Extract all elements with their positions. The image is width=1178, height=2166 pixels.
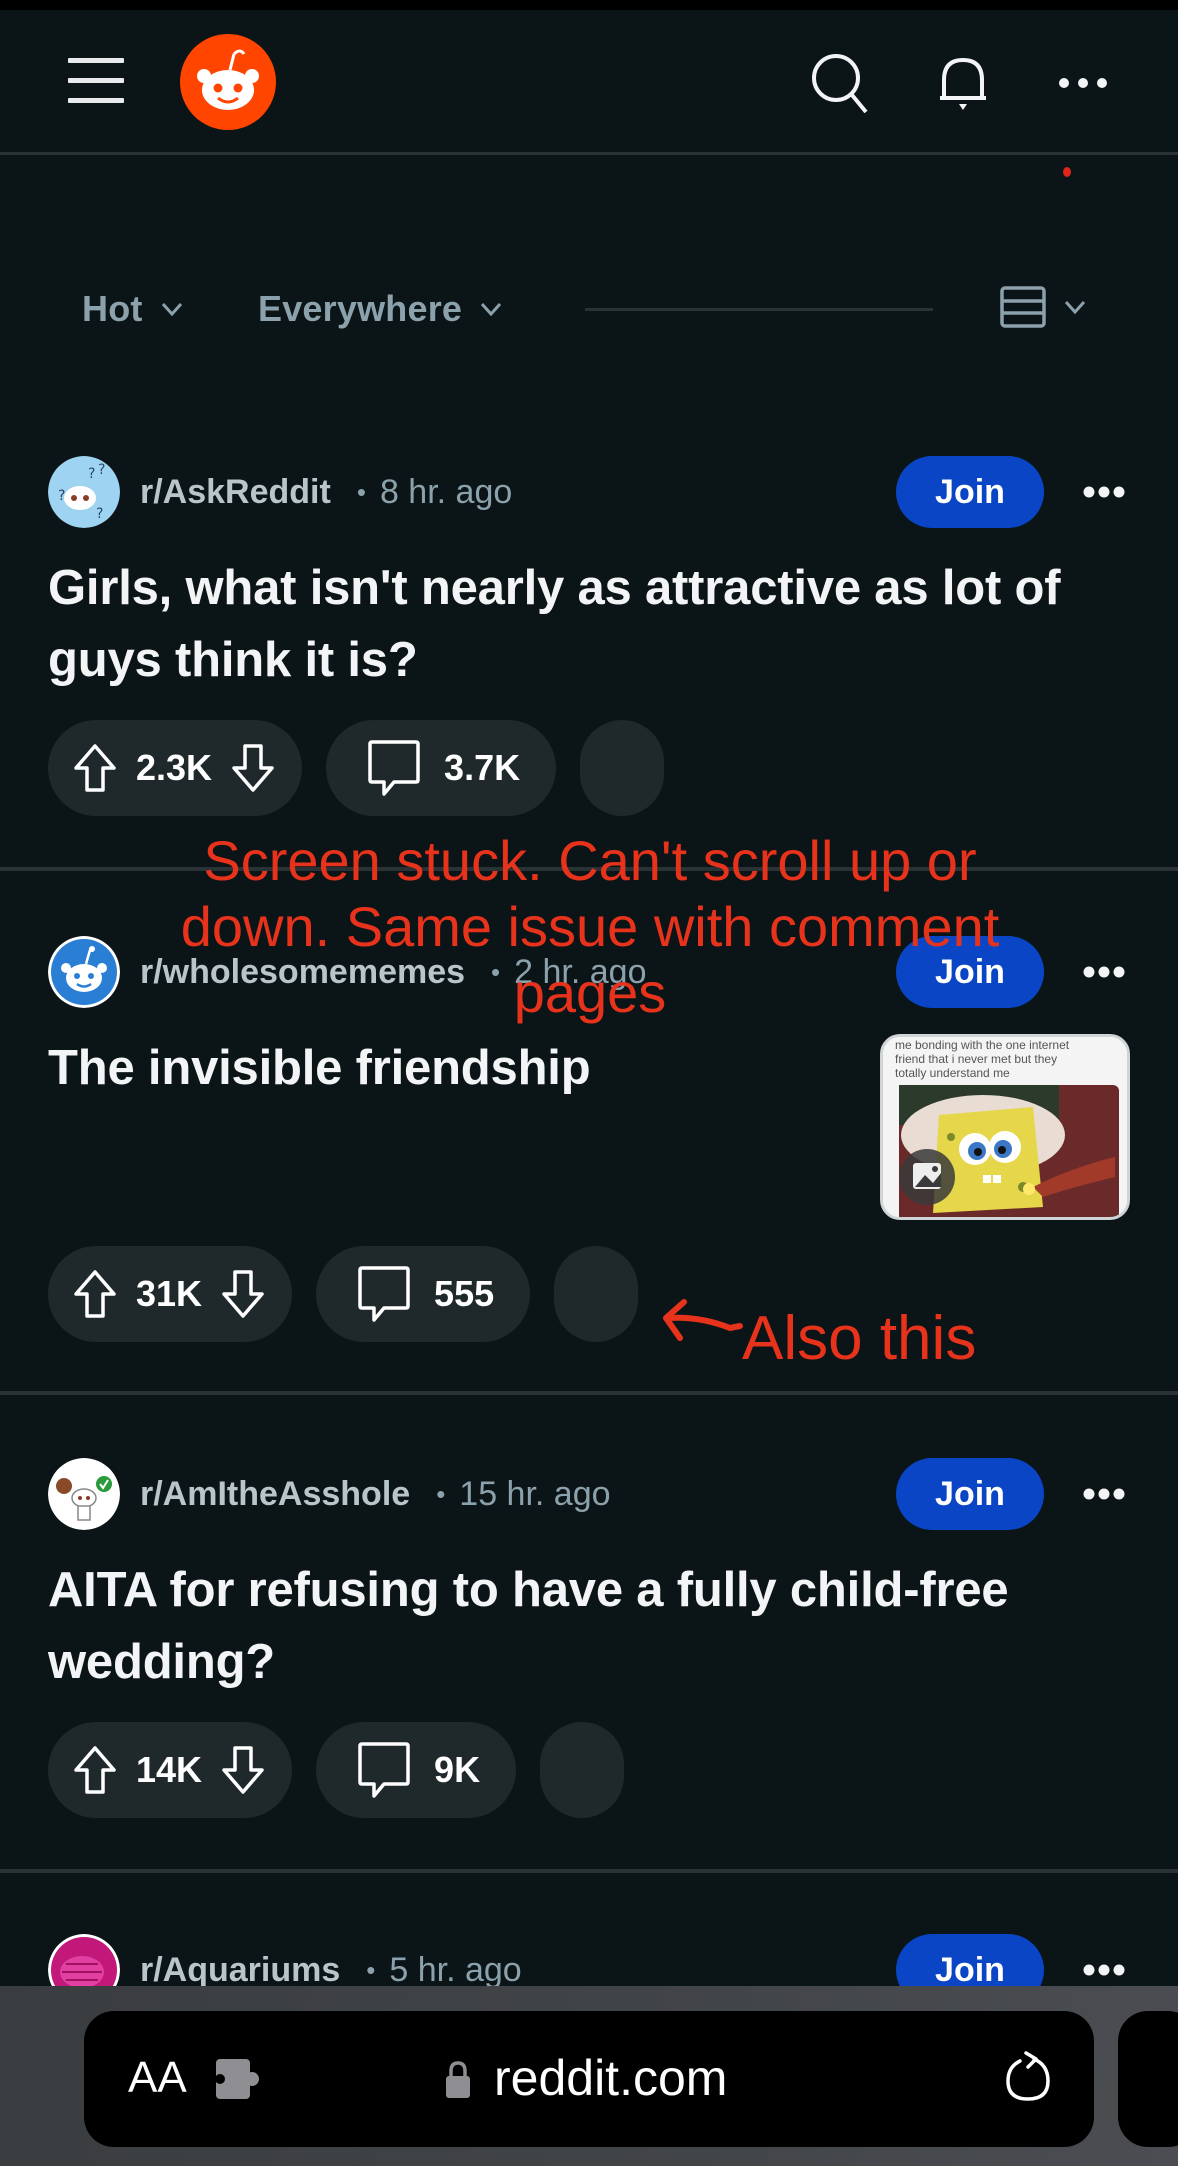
post-time: 15 hr. ago [459,1474,611,1513]
subreddit-name[interactable]: r/Aquariums [140,1951,340,1990]
card-layout-icon [1000,286,1046,328]
comment-icon [358,1266,410,1322]
bell-icon[interactable] [930,50,996,116]
share-button[interactable] [580,720,665,816]
post-meta: r/AmItheAsshole • 15 hr. ago [48,1458,611,1530]
subreddit-avatar[interactable] [48,1458,120,1530]
share-button[interactable] [554,1246,639,1342]
comments-button[interactable]: 9K [316,1722,517,1818]
annotation-dot [1063,167,1071,177]
post-actions: 31K 555 [48,1246,639,1342]
subreddit-name[interactable]: r/AmItheAsshole [140,1475,410,1514]
chevron-down-icon [481,302,502,316]
layout-dropdown[interactable] [1000,286,1086,328]
upvote-icon[interactable] [72,1269,118,1319]
post-actions: 2.3K 3.7K [48,720,665,816]
join-button[interactable]: Join [896,456,1044,528]
post-time: 8 hr. ago [379,472,513,511]
scope-label: Everywhere [258,288,463,329]
more-icon[interactable] [1050,50,1116,116]
text-size-label: AA [128,2053,187,2102]
svg-text:?: ? [58,488,65,504]
svg-text:?: ? [88,466,95,482]
feed-filter-bar: Hot Everywhere [0,270,1178,350]
upvote-icon[interactable] [72,743,118,793]
svg-text:me bonding with the one intern: me bonding with the one internet [895,1038,1070,1052]
url-text: reddit.com [494,2050,728,2106]
post-divider [0,1391,1178,1395]
post-divider [0,1869,1178,1873]
filter-divider [585,308,933,311]
next-tab-preview[interactable] [1118,2011,1178,2147]
post-title[interactable]: The invisible friendship [48,1032,868,1104]
meta-separator: • [366,1954,376,1985]
more-options-icon[interactable] [1082,958,1126,986]
downvote-icon[interactable] [220,1269,266,1319]
vote-control: 14K [48,1722,293,1818]
chevron-down-icon [1064,300,1086,314]
comment-count: 3.7K [444,747,521,788]
text-size-button[interactable]: AA [128,2053,187,2103]
more-options-icon[interactable] [1082,478,1126,506]
extension-icon[interactable] [214,2057,264,2101]
svg-text:?: ? [98,462,105,478]
annotation-text-secondary: Also this [742,1304,977,1373]
vote-control: 2.3K [48,720,303,816]
post-title[interactable]: AITA for refusing to have a fully child-… [48,1554,1128,1698]
post-title[interactable]: Girls, what isn't nearly as attractive a… [48,552,1128,696]
svg-text:?: ? [96,506,103,522]
lock-icon [446,2061,470,2098]
upvote-count: 31K [136,1273,203,1314]
search-icon[interactable] [808,50,874,116]
post-time: 5 hr. ago [389,1950,522,1989]
subreddit-name[interactable]: r/AskReddit [140,473,331,512]
post-meta: ? ? ? ? r/AskReddit • 8 hr. ago [48,456,512,528]
comment-count: 555 [434,1273,495,1314]
subreddit-avatar[interactable]: ? ? ? ? [48,456,120,528]
downvote-icon[interactable] [220,1745,266,1795]
comment-icon [368,740,420,796]
comments-button[interactable]: 3.7K [326,720,557,816]
browser-toolbar: AA reddit.com [0,1986,1178,2166]
scope-dropdown[interactable]: Everywhere [258,288,502,330]
chevron-down-icon [161,302,182,316]
reload-icon[interactable] [1000,2051,1056,2107]
subreddit-avatar[interactable] [48,936,120,1008]
status-bar [0,0,1178,10]
comment-count: 9K [434,1749,481,1790]
menu-icon[interactable] [68,58,124,104]
comment-icon [358,1742,410,1798]
more-options-icon[interactable] [1082,1480,1126,1508]
svg-text:friend that i never met but th: friend that i never met but they [895,1052,1057,1066]
svg-text:totally understand me: totally understand me [895,1066,1010,1080]
top-header [0,10,1178,155]
post-thumbnail[interactable]: me bonding with the one internet friend … [880,1034,1130,1220]
comments-button[interactable]: 555 [316,1246,531,1342]
upvote-count: 14K [136,1749,203,1790]
vote-control: 31K [48,1246,293,1342]
annotation-text: Screen stuck. Can't scroll up or down. S… [180,829,1000,1024]
reddit-logo[interactable] [180,34,276,130]
meta-separator: • [436,1478,446,1509]
address-bar[interactable]: AA reddit.com [84,2011,1094,2147]
upvote-count: 2.3K [136,747,213,788]
join-button[interactable]: Join [896,1458,1044,1530]
post-actions: 14K 9K [48,1722,625,1818]
meta-separator: • [356,476,366,507]
sort-label: Hot [82,288,143,329]
more-options-icon[interactable] [1082,1956,1126,1984]
share-button[interactable] [540,1722,625,1818]
sort-dropdown[interactable]: Hot [82,288,183,330]
annotation-arrow-icon [663,1299,743,1341]
downvote-icon[interactable] [230,743,276,793]
upvote-icon[interactable] [72,1745,118,1795]
